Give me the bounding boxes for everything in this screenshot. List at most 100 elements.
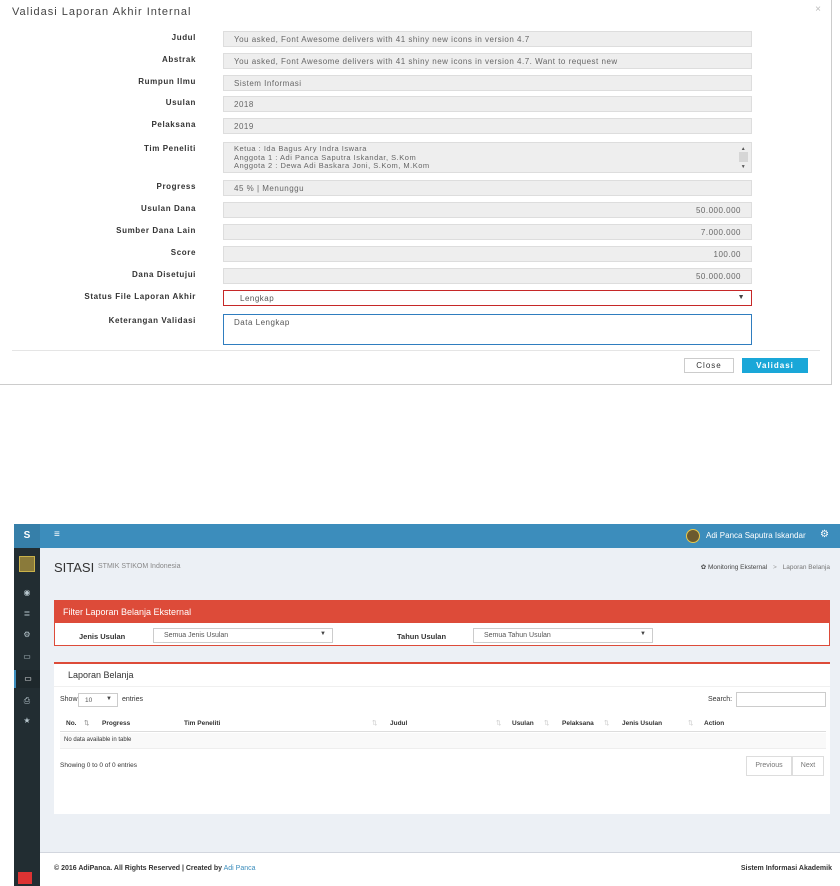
page-subtitle: STMIK STIKOM Indonesia xyxy=(98,563,181,570)
field-keterangan: Keterangan Validasi Data Lengkap xyxy=(0,314,832,345)
app-logo[interactable]: S xyxy=(14,524,40,548)
score-field[interactable]: 100.00 xyxy=(223,246,752,262)
field-judul: Judul You asked, Font Awesome delivers w… xyxy=(0,31,832,47)
desktop-icon[interactable]: ▭ xyxy=(14,648,40,666)
column-header[interactable]: Action xyxy=(704,720,724,727)
scroll-down-icon[interactable]: ▼ xyxy=(738,163,749,170)
field-label: Judul xyxy=(171,33,196,42)
close-button[interactable]: Close xyxy=(684,358,734,373)
footer-copyright: © 2016 AdiPanca. All Rights Reserved | C… xyxy=(54,865,256,872)
desktop-icon[interactable]: ▭ xyxy=(14,670,40,688)
field-sumber-dana-lain: Sumber Dana Lain 7.000.000 xyxy=(0,224,832,240)
field-label: Sumber Dana Lain xyxy=(116,226,196,235)
print-icon[interactable]: ⎙ xyxy=(14,692,40,710)
field-usulan: Usulan 2018 xyxy=(0,96,832,112)
sort-icon[interactable]: ⇅ xyxy=(604,719,609,727)
dana-disetujui-field[interactable]: 50.000.000 xyxy=(223,268,752,284)
content-area: SITASI STMIK STIKOM Indonesia ✿ Monitori… xyxy=(40,548,840,886)
tahun-usulan-select[interactable]: Semua Tahun Usulan ▼ xyxy=(473,628,653,643)
column-header[interactable]: Jenis Usulan xyxy=(622,720,662,727)
table-title: Laporan Belanja xyxy=(68,670,134,680)
dashboard-icon[interactable]: ◉ xyxy=(14,584,40,602)
field-label: Dana Disetujui xyxy=(132,270,196,279)
scroll-thumb[interactable] xyxy=(739,152,748,162)
field-dana-disetujui: Dana Disetujui 50.000.000 xyxy=(0,268,832,284)
sort-icon[interactable]: ⇅ xyxy=(372,719,377,727)
usulan-field[interactable]: 2018 xyxy=(223,96,752,112)
pelaksana-field[interactable]: 2019 xyxy=(223,118,752,134)
jenis-usulan-label: Jenis Usulan xyxy=(79,632,126,641)
previous-button[interactable]: Previous xyxy=(746,756,792,776)
database-icon[interactable]: ≣ xyxy=(14,605,40,623)
rumpun-ilmu-field[interactable]: Sistem Informasi xyxy=(223,75,752,91)
breadcrumb: ✿ Monitoring Eksternal > Laporan Belanja xyxy=(701,563,830,571)
field-tim-peneliti: Tim Peneliti Ketua : Ida Bagus Ary Indra… xyxy=(0,142,832,173)
field-rumpun-ilmu: Rumpun Ilmu Sistem Informasi xyxy=(0,75,832,91)
table-header: No. ⇅ Progress Tim Peneliti ⇅ Judul ⇅ Us… xyxy=(60,716,826,732)
page-title: SITASI xyxy=(54,560,95,575)
show-label: Show xyxy=(60,696,78,703)
column-header[interactable]: Tim Peneliti xyxy=(184,720,220,727)
column-header[interactable]: Progress xyxy=(102,720,130,727)
app-window: S ≡ Adi Panca Saputra Iskandar ⚙ ◉ ≣ ⚙ ▭… xyxy=(14,524,840,886)
sort-icon[interactable]: ⇅ xyxy=(496,719,501,727)
textarea-scrollbar[interactable]: ▲ ▼ xyxy=(738,145,749,171)
field-abstrak: Abstrak You asked, Font Awesome delivers… xyxy=(0,53,832,69)
sort-asc-icon[interactable]: ⇅ xyxy=(84,719,89,727)
validasi-button[interactable]: Validasi xyxy=(742,358,808,373)
field-label: Score xyxy=(170,248,196,257)
keterangan-textarea[interactable]: Data Lengkap xyxy=(223,314,752,345)
avatar[interactable] xyxy=(686,529,700,543)
filter-title: Filter Laporan Belanja Eksternal xyxy=(55,601,829,623)
column-header[interactable]: Pelaksana xyxy=(562,720,594,727)
cogs-icon[interactable]: ⚙ xyxy=(14,626,40,644)
progress-field[interactable]: 45 % | Menunggu xyxy=(223,180,752,196)
search-input[interactable] xyxy=(736,692,826,707)
field-label: Usulan xyxy=(165,98,196,107)
validasi-modal: Validasi Laporan Akhir Internal × Judul … xyxy=(0,0,832,385)
menu-toggle-icon[interactable]: ≡ xyxy=(54,529,60,540)
breadcrumb-separator: > xyxy=(773,564,777,571)
column-header[interactable]: Judul xyxy=(390,720,407,727)
caret-down-icon: ▼ xyxy=(320,631,326,637)
star-icon[interactable]: ★ xyxy=(14,712,40,730)
field-label: Abstrak xyxy=(162,55,196,64)
abstrak-field[interactable]: You asked, Font Awesome delivers with 41… xyxy=(223,53,752,69)
table-row: No data available in table xyxy=(60,733,826,749)
jenis-usulan-select[interactable]: Semua Jenis Usulan ▼ xyxy=(153,628,333,643)
column-header[interactable]: No. xyxy=(66,720,76,727)
field-label: Status File Laporan Akhir xyxy=(84,292,196,301)
next-button[interactable]: Next xyxy=(792,756,824,776)
breadcrumb-current: Laporan Belanja xyxy=(782,564,830,571)
column-header[interactable]: Usulan xyxy=(512,720,534,727)
modal-close-icon[interactable]: × xyxy=(815,4,821,15)
usulan-dana-field[interactable]: 50.000.000 xyxy=(223,202,752,218)
tim-peneliti-textarea[interactable]: Ketua : Ida Bagus Ary Indra Iswara Anggo… xyxy=(223,142,752,173)
tahun-usulan-value: Semua Tahun Usulan xyxy=(484,632,551,639)
sort-icon[interactable]: ⇅ xyxy=(688,719,693,727)
cogs-icon[interactable]: ⚙ xyxy=(820,529,829,540)
table-info: Showing 0 to 0 of 0 entries xyxy=(60,762,137,769)
scroll-up-icon[interactable]: ▲ xyxy=(738,145,749,152)
caret-down-icon: ▼ xyxy=(737,294,745,301)
breadcrumb-root[interactable]: Monitoring Eksternal xyxy=(708,564,767,571)
field-score: Score 100.00 xyxy=(0,246,832,262)
footer-app-name: Sistem Informasi Akademik xyxy=(740,865,832,872)
field-label: Usulan Dana xyxy=(140,204,196,213)
field-label: Pelaksana xyxy=(151,120,196,129)
entries-length-select[interactable]: 10 ▼ xyxy=(78,693,118,707)
judul-field[interactable]: You asked, Font Awesome delivers with 41… xyxy=(223,31,752,47)
entries-length-value: 10 xyxy=(85,697,93,704)
sumber-dana-lain-field[interactable]: 7.000.000 xyxy=(223,224,752,240)
sort-icon[interactable]: ⇅ xyxy=(544,719,549,727)
status-file-select[interactable]: Lengkap ▼ xyxy=(223,290,752,306)
user-name[interactable]: Adi Panca Saputra Iskandar xyxy=(706,531,806,540)
tim-peneliti-line: Anggota 2 : Dewa Adi Baskara Joni, S.Kom… xyxy=(234,161,430,170)
tahun-usulan-label: Tahun Usulan xyxy=(397,632,447,641)
caret-down-icon: ▼ xyxy=(640,631,646,637)
divider xyxy=(54,686,830,687)
laporan-table-box: Laporan Belanja Show 10 ▼ entries Search… xyxy=(54,662,830,814)
status-file-value: Lengkap xyxy=(240,294,275,303)
top-navbar: S ≡ Adi Panca Saputra Iskandar ⚙ xyxy=(14,524,840,548)
author-link[interactable]: Adi Panca xyxy=(224,865,256,872)
